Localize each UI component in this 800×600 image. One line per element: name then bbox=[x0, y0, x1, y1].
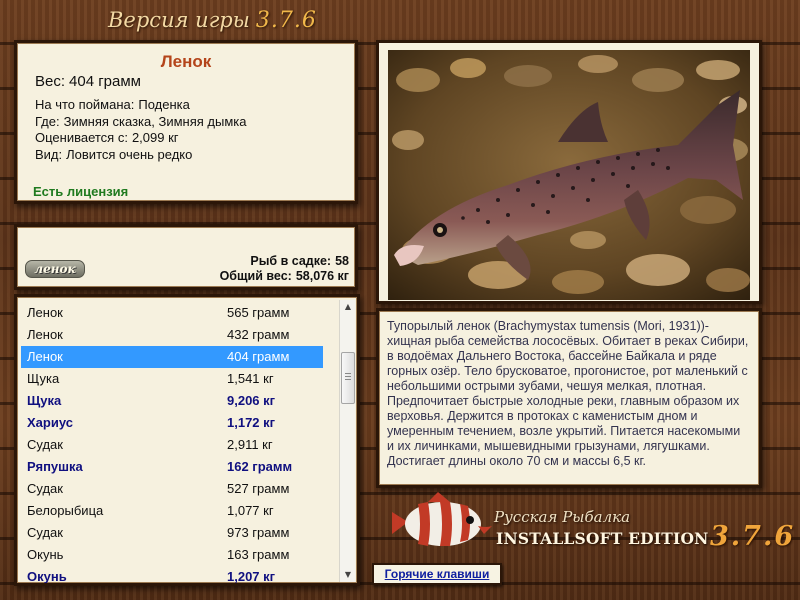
catch-fish-name: Ленок bbox=[27, 327, 63, 342]
version-title: Версия игры 3.7.6 bbox=[108, 8, 317, 33]
catch-fish-name: Судак bbox=[27, 481, 63, 496]
scroll-down-arrow-icon[interactable]: ▼ bbox=[340, 568, 356, 582]
fish-info-panel: Ленок Вес: 404 грамм На что поймана: Поден… bbox=[14, 40, 358, 204]
catch-fish-weight: 1,541 кг bbox=[227, 371, 274, 386]
catch-list-row[interactable]: Судак 2,911 кг bbox=[21, 434, 323, 456]
fish-details: На что поймана: Поденка Где: Зимняя сказка… bbox=[35, 97, 246, 163]
catch-list-row[interactable]: Ленок 404 грамм bbox=[21, 346, 323, 368]
brand-edition: INSTALLSOFT EDITION bbox=[496, 529, 709, 548]
catch-fish-weight: 404 грамм bbox=[227, 349, 290, 364]
rarity-value: Ловится очень редко bbox=[66, 146, 193, 162]
fish-count-value: 58 bbox=[335, 254, 349, 268]
fish-photo bbox=[388, 50, 750, 300]
catch-fish-weight: 2,911 кг bbox=[227, 437, 273, 452]
rarity-line: Вид: Ловится очень редко bbox=[35, 147, 246, 164]
keepnet-summary-panel: ленок Рыб в садке: 58 Общий вес: 58,076 кг bbox=[14, 224, 358, 290]
catch-fish-name: Окунь bbox=[27, 569, 67, 584]
catch-list-row[interactable]: Ленок 432 грамм bbox=[21, 324, 323, 346]
catch-list-row[interactable]: Судак 973 грамм bbox=[21, 522, 323, 544]
catch-list-row[interactable]: Судак 527 грамм bbox=[21, 478, 323, 500]
catch-fish-name: Ленок bbox=[27, 305, 63, 320]
catch-fish-name: Судак bbox=[27, 437, 63, 452]
catch-fish-name: Щука bbox=[27, 393, 62, 408]
fish-weight: Вес: 404 грамм bbox=[35, 73, 141, 90]
price-value: 2,099 кг bbox=[131, 130, 179, 145]
brand-version: 3.7.6 bbox=[710, 521, 796, 552]
keepnet-stats: Рыб в садке: 58 Общий вес: 58,076 кг bbox=[220, 254, 349, 284]
catch-fish-weight: 432 грамм bbox=[227, 327, 290, 342]
fish-count-label: Рыб в садке: bbox=[250, 254, 332, 268]
catch-list-row[interactable]: Щука 9,206 кг bbox=[21, 390, 323, 412]
scroll-up-arrow-icon[interactable]: ▲ bbox=[340, 300, 356, 314]
fish-count-line: Рыб в садке: 58 bbox=[220, 254, 349, 269]
catch-fish-weight: 1,077 кг bbox=[227, 503, 274, 518]
catch-fish-weight: 565 грамм bbox=[227, 305, 290, 320]
license-status: Есть лицензия bbox=[33, 184, 129, 199]
catch-fish-name: Ряпушка bbox=[27, 459, 83, 474]
fish-description: Тупорылый ленок (Brachymystax tumensis (… bbox=[387, 319, 749, 468]
location-value: Зимняя сказка, Зимняя дымка bbox=[63, 113, 247, 129]
fish-name-logo: ленок bbox=[25, 260, 85, 278]
catch-fish-weight: 9,206 кг bbox=[227, 393, 276, 408]
bait-line: На что поймана: Поденка bbox=[35, 97, 246, 114]
brand-title: Русская Рыбалка bbox=[494, 508, 631, 526]
catch-list-row[interactable]: Белорыбица 1,077 кг bbox=[21, 500, 323, 522]
total-weight-label: Общий вес: bbox=[219, 269, 292, 283]
location-label: Где: bbox=[35, 113, 60, 129]
scroll-thumb[interactable] bbox=[341, 352, 355, 404]
rarity-label: Вид: bbox=[35, 146, 63, 162]
bait-label: На что поймана: bbox=[35, 97, 135, 112]
catch-fish-weight: 162 грамм bbox=[227, 459, 293, 474]
catch-fish-weight: 163 грамм bbox=[227, 547, 290, 562]
catch-list: Ленок 565 грамм Ленок 432 грамм Ленок 404 гра… bbox=[21, 302, 323, 584]
catch-fish-weight: 1,172 кг bbox=[227, 415, 276, 430]
catch-list-row[interactable]: Щука 1,541 кг bbox=[21, 368, 323, 390]
catch-fish-weight: 973 грамм bbox=[227, 525, 290, 540]
version-number: 3.7.6 bbox=[255, 8, 317, 33]
catch-list-row[interactable]: Окунь 163 грамм bbox=[21, 544, 323, 566]
catch-fish-name: Судак bbox=[27, 525, 63, 540]
fish-name: Ленок bbox=[160, 52, 212, 71]
weight-value: 404 грамм bbox=[69, 73, 141, 90]
catch-fish-name: Окунь bbox=[27, 547, 64, 562]
fish-photo-image bbox=[388, 50, 750, 300]
total-weight-line: Общий вес: 58,076 кг bbox=[220, 269, 349, 284]
catch-list-row[interactable]: Ряпушка 162 грамм bbox=[21, 456, 323, 478]
catch-list-row[interactable]: Ленок 565 грамм bbox=[21, 302, 323, 324]
catch-list-scrollbar[interactable]: ▲ ▼ bbox=[339, 300, 355, 582]
catch-list-row[interactable]: Хариус 1,172 кг bbox=[21, 412, 323, 434]
catch-fish-name: Ленок bbox=[27, 349, 63, 364]
location-line: Где: Зимняя сказка, Зимняя дымка bbox=[35, 114, 246, 131]
price-label: Оценивается с: bbox=[35, 130, 128, 145]
bait-value: Поденка bbox=[138, 97, 190, 112]
weight-label: Вес: bbox=[35, 73, 66, 90]
catch-fish-name: Белорыбица bbox=[27, 503, 104, 518]
catch-list-panel: Ленок 565 грамм Ленок 432 грамм Ленок 404 гра… bbox=[14, 294, 360, 586]
catch-fish-name: Хариус bbox=[27, 415, 73, 430]
scroll-grip-icon bbox=[345, 373, 351, 381]
version-title-text: Версия игры bbox=[108, 8, 250, 32]
price-line: Оценивается с: 2,099 кг bbox=[35, 130, 246, 147]
catch-fish-weight: 527 грамм bbox=[227, 481, 290, 496]
total-weight-value: 58,076 кг bbox=[295, 269, 349, 283]
fish-photo-frame bbox=[376, 40, 762, 304]
catch-list-row[interactable]: Окунь 1,207 кг bbox=[21, 566, 323, 584]
fish-description-panel: Тупорылый ленок (Brachymystax tumensis (… bbox=[376, 308, 762, 488]
brand-fish-logo-icon bbox=[392, 492, 492, 546]
hotkeys-button[interactable]: Горячие клавиши bbox=[372, 563, 502, 585]
catch-fish-name: Щука bbox=[27, 371, 60, 386]
catch-fish-weight: 1,207 кг bbox=[227, 569, 276, 584]
